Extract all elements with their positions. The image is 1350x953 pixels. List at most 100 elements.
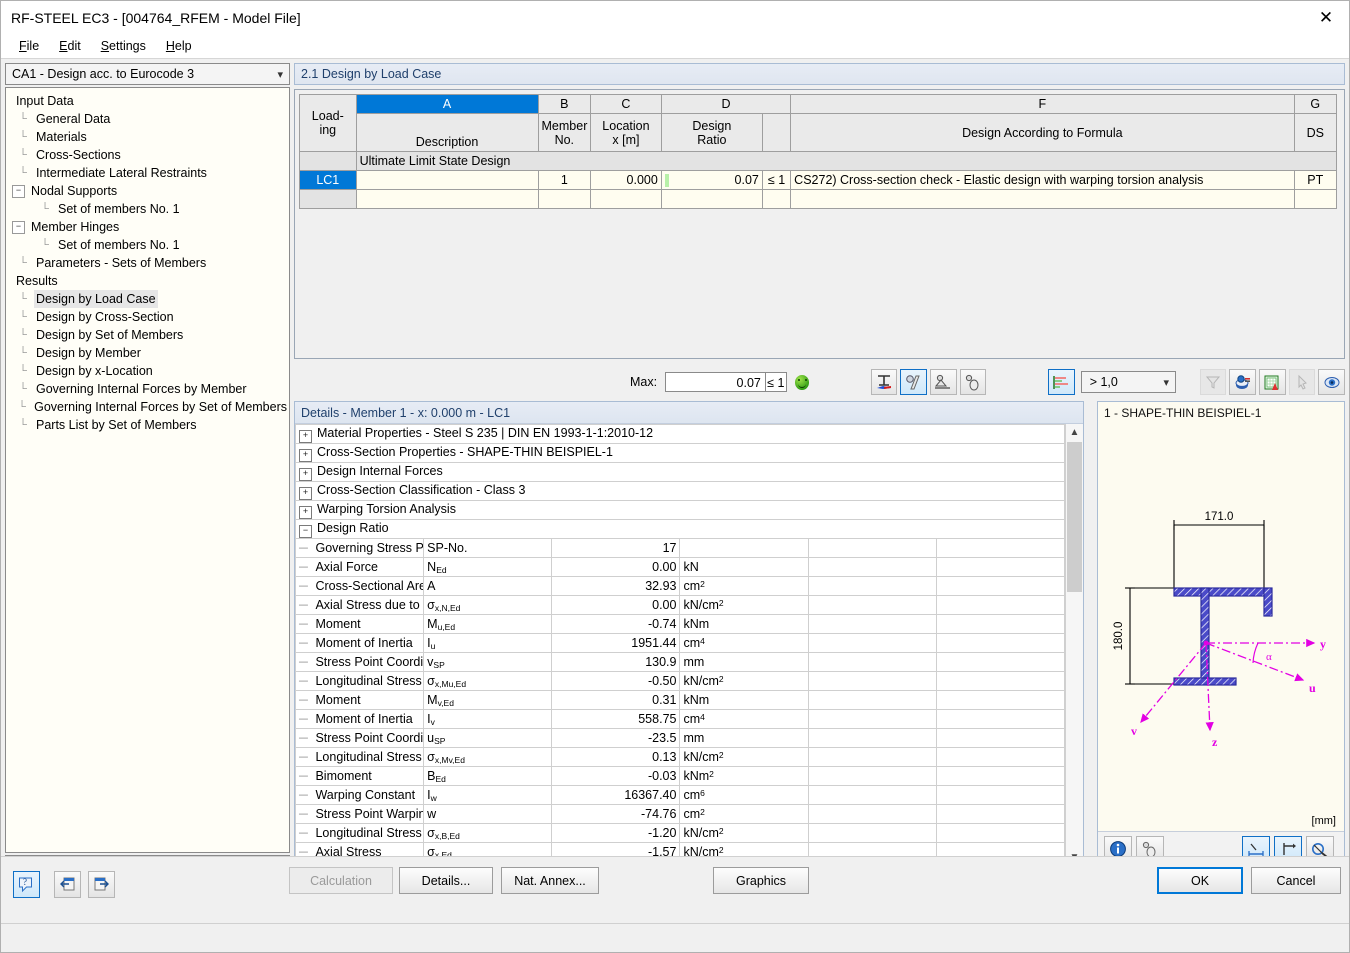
menu-settings[interactable]: Settings [91, 37, 156, 55]
sidebar-item-materials[interactable]: └Materials [12, 128, 289, 146]
sidebar-item-general-data[interactable]: └General Data [12, 110, 289, 128]
column-header-c[interactable]: C [591, 95, 662, 114]
cell-check-empty[interactable] [762, 190, 790, 209]
visibility-button[interactable] [1318, 369, 1345, 395]
print-preview-button[interactable] [1229, 369, 1256, 395]
collapse-icon[interactable]: − [12, 185, 25, 198]
scroll-thumb[interactable] [1067, 442, 1082, 592]
design-results-grid[interactable]: Load- ing A B C D F G Description Member [294, 89, 1345, 359]
cross-section-drawing[interactable]: 171.0 180.0 [1098, 420, 1344, 831]
details-row[interactable]: ─ Axial ForceNEd0.00kN [296, 558, 1065, 577]
close-icon[interactable]: ✕ [1303, 1, 1349, 34]
cell-formula-empty[interactable] [791, 190, 1294, 209]
cell-location[interactable]: 0.000 [591, 171, 662, 190]
details-section-cell[interactable]: +Design Internal Forces [296, 463, 1065, 482]
details-row[interactable]: ─ Moment of InertiaIu1951.44cm4 [296, 634, 1065, 653]
sidebar-item-intermediate-lateral-restraints[interactable]: └Intermediate Lateral Restraints [12, 164, 289, 182]
cell-loading-empty[interactable] [300, 190, 357, 209]
help-button[interactable]: ? [13, 871, 40, 898]
column-header-d[interactable]: D [661, 95, 790, 114]
ok-button[interactable]: OK [1157, 867, 1243, 894]
export-button[interactable] [88, 871, 115, 898]
details-row[interactable]: ─ Stress Point CoordinateuSP-23.5mm [296, 729, 1065, 748]
cell-formula[interactable]: CS272) Cross-section check - Elastic des… [791, 171, 1294, 190]
sidebar-subitem-set-of-members-no-1[interactable]: └Set of members No. 1 [12, 200, 289, 218]
details-section-cell[interactable]: +Warping Torsion Analysis [296, 501, 1065, 520]
sidebar-item-design-by-x-location[interactable]: └Design by x-Location [12, 362, 289, 380]
details-row[interactable]: ─ BimomentBEd-0.03kNm2 [296, 767, 1065, 786]
column-header-g[interactable]: G [1294, 95, 1337, 114]
table-row-empty[interactable] [300, 190, 1337, 209]
details-row[interactable]: ─ Warping ConstantIw16367.40cm6 [296, 786, 1065, 805]
cell-ratio-empty[interactable] [661, 190, 762, 209]
import-button[interactable] [54, 871, 81, 898]
details-row[interactable]: ─ Axial Stress due to Nσx,N,Ed0.00kN/cm2 [296, 596, 1065, 615]
cell-design-ratio[interactable]: 0.07 [661, 171, 762, 190]
details-row[interactable]: ─ Moment of InertiaIv558.75cm4 [296, 710, 1065, 729]
sidebar-item-member-hinges[interactable]: −Member Hinges [12, 218, 289, 236]
details-section-row[interactable]: +Material Properties - Steel S 235 | DIN… [296, 425, 1065, 444]
cancel-button[interactable]: Cancel [1251, 867, 1341, 894]
details-section-cell[interactable]: +Cross-Section Properties - SHAPE-THIN B… [296, 444, 1065, 463]
details-section-row[interactable]: +Warping Torsion Analysis [296, 501, 1065, 520]
table-row[interactable]: LC1 1 0.000 0.07 ≤ 1 CS272) Cross-sectio… [300, 171, 1337, 190]
column-header-b[interactable]: B [538, 95, 591, 114]
load-view-button[interactable] [960, 369, 987, 395]
details-row[interactable]: ─ Longitudinal Stress due to Mvσx,Mv,Ed0… [296, 748, 1065, 767]
sidebar-item-cross-sections[interactable]: └Cross-Sections [12, 146, 289, 164]
cell-description[interactable] [356, 171, 538, 190]
details-scroll-area[interactable]: +Material Properties - Steel S 235 | DIN… [295, 424, 1065, 866]
sidebar-item-design-by-set-of-members[interactable]: └Design by Set of Members [12, 326, 289, 344]
details-row[interactable]: ─ MomentMv,Ed0.31kNm [296, 691, 1065, 710]
details-section-cell[interactable]: −Design Ratio [296, 520, 1065, 539]
expand-icon[interactable]: + [299, 487, 312, 500]
member-view-button[interactable] [900, 369, 927, 395]
details-section-row[interactable]: −Design Ratio [296, 520, 1065, 539]
menu-help[interactable]: Help [156, 37, 202, 55]
details-button[interactable]: Details... [399, 867, 493, 894]
cross-section-view-button[interactable] [871, 369, 898, 395]
details-section-cell[interactable]: +Material Properties - Steel S 235 | DIN… [296, 425, 1065, 444]
details-section-row[interactable]: +Design Internal Forces [296, 463, 1065, 482]
expand-icon[interactable]: + [299, 506, 312, 519]
max-value-field[interactable]: 0.07 [665, 372, 766, 392]
column-header-a[interactable]: A [356, 95, 538, 114]
cell-description-empty[interactable] [356, 190, 538, 209]
expand-icon[interactable]: + [299, 449, 312, 462]
menu-edit[interactable]: Edit [49, 37, 91, 55]
cell-ds[interactable]: PT [1294, 171, 1337, 190]
support-view-button[interactable] [930, 369, 957, 395]
nat-annex-button[interactable]: Nat. Annex... [501, 867, 599, 894]
design-case-combobox[interactable]: CA1 - Design acc. to Eurocode 3 ▾ [5, 63, 290, 85]
cell-ds-empty[interactable] [1294, 190, 1337, 209]
details-row[interactable]: ─ Longitudinal Stress due to Muσx,Mu,Ed-… [296, 672, 1065, 691]
cell-location-empty[interactable] [591, 190, 662, 209]
navigator-tree[interactable]: Input Data└General Data└Materials└Cross-… [5, 87, 290, 853]
details-row[interactable]: ─ Longitudinal Stress due to BEdσx,B,Ed-… [296, 824, 1065, 843]
details-row[interactable]: ─ MomentMu,Ed-0.74kNm [296, 615, 1065, 634]
sidebar-item-governing-internal-forces-by-member[interactable]: └Governing Internal Forces by Member [12, 380, 289, 398]
sidebar-subitem-set-of-members-no-1[interactable]: └Set of members No. 1 [12, 236, 289, 254]
details-vertical-scrollbar[interactable]: ▲ ▼ [1065, 424, 1083, 866]
expand-icon[interactable]: + [299, 430, 312, 443]
sidebar-item-design-by-load-case[interactable]: └Design by Load Case [12, 290, 289, 308]
sidebar-item-governing-internal-forces-by-set-of-members[interactable]: └Governing Internal Forces by Set of Mem… [12, 398, 289, 416]
column-header-f[interactable]: F [791, 95, 1294, 114]
sidebar-item-design-by-member[interactable]: └Design by Member [12, 344, 289, 362]
result-bars-button[interactable] [1048, 369, 1075, 395]
cell-member-no[interactable]: 1 [538, 171, 591, 190]
details-row[interactable]: ─ Governing Stress PointSP-No.17 [296, 539, 1065, 558]
details-section-row[interactable]: +Cross-Section Classification - Class 3 [296, 482, 1065, 501]
details-row[interactable]: ─ Cross-Sectional AreaA32.93cm2 [296, 577, 1065, 596]
expand-icon[interactable]: + [299, 468, 312, 481]
cell-loading[interactable]: LC1 [300, 171, 357, 190]
sidebar-item-design-by-cross-section[interactable]: └Design by Cross-Section [12, 308, 289, 326]
collapse-icon[interactable]: − [299, 525, 312, 538]
sidebar-item-nodal-supports[interactable]: −Nodal Supports [12, 182, 289, 200]
scroll-up-icon[interactable]: ▲ [1066, 424, 1083, 441]
details-section-row[interactable]: +Cross-Section Properties - SHAPE-THIN B… [296, 444, 1065, 463]
collapse-icon[interactable]: − [12, 221, 25, 234]
export-excel-button[interactable] [1259, 369, 1286, 395]
details-section-cell[interactable]: +Cross-Section Classification - Class 3 [296, 482, 1065, 501]
details-row[interactable]: ─ Stress Point CoordinatevSP130.9mm [296, 653, 1065, 672]
